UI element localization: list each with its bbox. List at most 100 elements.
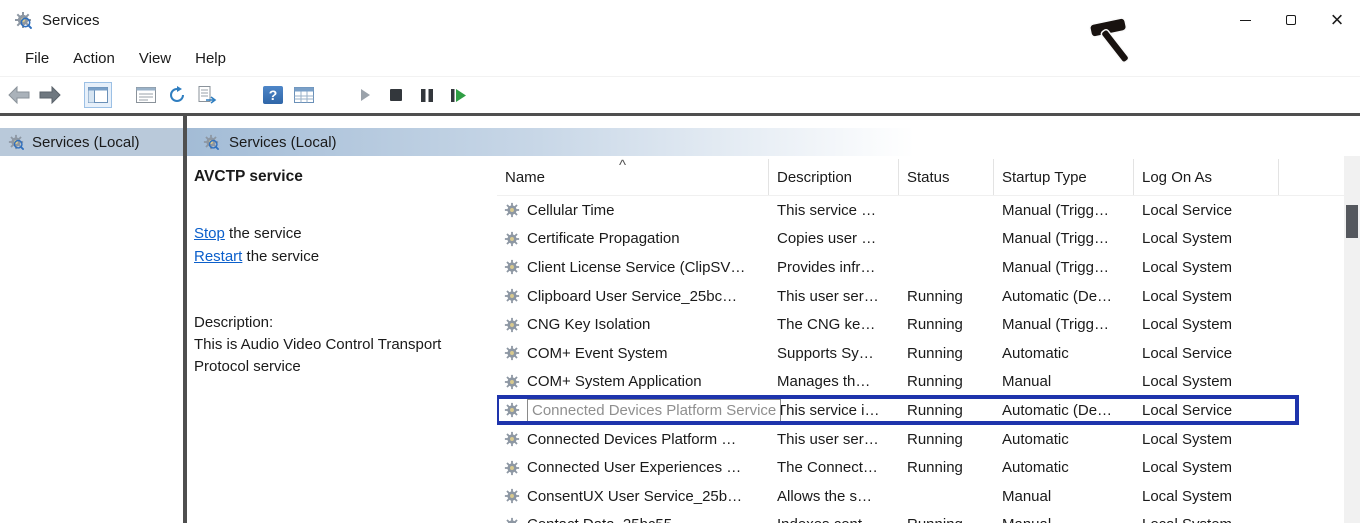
service-startup-type: Manual (Trigg… — [994, 259, 1134, 276]
table-row[interactable]: ConsentUX User Service_25b… Allows the s…… — [497, 482, 1344, 511]
table-header: ^ Name Description Status Startup Type L… — [497, 156, 1344, 196]
service-gear-icon — [504, 431, 521, 447]
service-logon-as: Local System — [1134, 373, 1279, 390]
column-header-log-on-as[interactable]: Log On As — [1134, 159, 1279, 195]
pause-service-button[interactable] — [414, 82, 440, 108]
properties-button[interactable] — [133, 82, 159, 108]
service-name[interactable]: Client License Service (ClipSV… — [527, 259, 745, 276]
service-name[interactable]: Certificate Propagation — [527, 230, 680, 247]
service-name[interactable]: Cellular Time — [527, 202, 615, 219]
service-logon-as: Local System — [1134, 230, 1279, 247]
service-gear-icon — [504, 460, 521, 476]
table-row[interactable]: Client License Service (ClipSV…Provides … — [497, 253, 1344, 282]
service-name[interactable]: COM+ System Application — [527, 373, 702, 390]
column-header-status[interactable]: Status — [899, 159, 994, 195]
service-name[interactable]: Connected User Experiences … — [527, 459, 741, 476]
service-logon-as: Local Service — [1134, 402, 1279, 419]
restart-service-button[interactable] — [445, 82, 471, 108]
restart-service-line: Restart the service — [194, 245, 487, 268]
service-name[interactable]: CNG Key Isolation — [527, 316, 650, 333]
service-startup-type: Manual — [994, 488, 1134, 505]
export-list-icon — [198, 86, 218, 104]
service-status: Running — [899, 516, 994, 523]
stop-service-button[interactable] — [383, 82, 409, 108]
scrollbar-thumb[interactable] — [1346, 205, 1358, 238]
table-row[interactable]: COM+ Event SystemSupports Sy…RunningAuto… — [497, 339, 1344, 368]
vertical-scrollbar[interactable] — [1344, 156, 1360, 523]
service-logon-as: Local System — [1134, 488, 1279, 505]
column-header-name[interactable]: Name — [497, 159, 769, 195]
column-header-startup-type[interactable]: Startup Type — [994, 159, 1134, 195]
services-app-icon — [14, 11, 32, 29]
extended-pane: AVCTP service Stop the service Restart t… — [187, 156, 497, 523]
service-description: This user ser… — [769, 431, 899, 448]
scope-gear-icon — [8, 134, 25, 150]
service-description: This service i… — [769, 402, 899, 419]
table-row[interactable]: Connected Devices Platform ServiceThis s… — [497, 396, 1344, 425]
extended-view-button[interactable] — [291, 82, 317, 108]
service-description: Indexes cont… — [769, 516, 899, 523]
service-logon-as: Local Service — [1134, 202, 1279, 219]
stop-service-line: Stop the service — [194, 222, 487, 245]
refresh-icon — [168, 86, 186, 104]
service-name-cell: ConsentUX User Service_25b… — [497, 488, 769, 505]
sidebar-item-services-local[interactable]: Services (Local) — [0, 128, 183, 156]
show-console-tree-button[interactable] — [84, 82, 112, 108]
service-logon-as: Local System — [1134, 288, 1279, 305]
restart-service-link[interactable]: Restart — [194, 248, 242, 265]
table-row[interactable]: CNG Key IsolationThe CNG ke…RunningManua… — [497, 310, 1344, 339]
service-name-cell: Clipboard User Service_25bc… — [497, 288, 769, 305]
menu-view[interactable]: View — [127, 46, 183, 71]
description-text: This is Audio Video Control Transport Pr… — [194, 334, 494, 378]
close-button[interactable]: × — [1314, 0, 1360, 40]
service-name[interactable]: Connected Devices Platform … — [527, 431, 736, 448]
table-row[interactable]: Certificate PropagationCopies user …Manu… — [497, 225, 1344, 254]
stop-service-link[interactable]: Stop — [194, 225, 225, 242]
menu-action[interactable]: Action — [61, 46, 127, 71]
table-row[interactable]: Clipboard User Service_25bc…This user se… — [497, 282, 1344, 311]
panel-body: AVCTP service Stop the service Restart t… — [187, 156, 1360, 523]
table-row[interactable]: Contact Data_25bc55Indexes cont…RunningM… — [497, 511, 1344, 523]
service-description: The CNG ke… — [769, 316, 899, 333]
help-button[interactable]: ? — [260, 82, 286, 108]
service-name[interactable]: COM+ Event System — [527, 345, 667, 362]
minimize-button[interactable] — [1222, 0, 1268, 40]
services-table: ^ Name Description Status Startup Type L… — [497, 156, 1360, 523]
scope-gear-icon — [203, 134, 220, 150]
service-status: Running — [899, 316, 994, 333]
export-list-button[interactable] — [195, 82, 221, 108]
restart-line-rest: the service — [242, 248, 319, 265]
column-header-description[interactable]: Description — [769, 159, 899, 195]
table-row[interactable]: Cellular TimeThis service …Manual (Trigg… — [497, 196, 1344, 225]
table-row[interactable]: COM+ System ApplicationManages th…Runnin… — [497, 368, 1344, 397]
service-name-cell: COM+ Event System — [497, 345, 769, 362]
service-logon-as: Local System — [1134, 259, 1279, 276]
service-startup-type: Automatic — [994, 431, 1134, 448]
service-name[interactable]: Clipboard User Service_25bc… — [527, 288, 737, 305]
service-logon-as: Local System — [1134, 459, 1279, 476]
stop-line-rest: the service — [225, 225, 302, 242]
window-controls: × — [1222, 0, 1360, 40]
start-service-button[interactable] — [352, 82, 378, 108]
service-gear-icon — [504, 374, 521, 390]
table-row[interactable]: Connected User Experiences … The Connect…… — [497, 453, 1344, 482]
forward-button[interactable] — [37, 82, 63, 108]
service-name-edit-input[interactable]: Connected Devices Platform Service — [527, 399, 781, 422]
help-icon: ? — [263, 86, 283, 104]
service-status: Running — [899, 431, 994, 448]
forward-icon — [39, 86, 61, 104]
service-description: The Connect… — [769, 459, 899, 476]
toolbar: ? — [0, 77, 1360, 113]
back-button[interactable] — [6, 82, 32, 108]
refresh-button[interactable] — [164, 82, 190, 108]
maximize-button[interactable] — [1268, 0, 1314, 40]
service-startup-type: Manual — [994, 373, 1134, 390]
menu-help[interactable]: Help — [183, 46, 238, 71]
service-name[interactable]: ConsentUX User Service_25b… — [527, 488, 742, 505]
service-name[interactable]: Contact Data_25bc55 — [527, 516, 672, 523]
table-row[interactable]: Connected Devices Platform … This user se… — [497, 425, 1344, 454]
services-table-body: Cellular TimeThis service …Manual (Trigg… — [497, 196, 1344, 523]
service-startup-type: Manual (Trigg… — [994, 202, 1134, 219]
service-description: Allows the s… — [769, 488, 899, 505]
menu-file[interactable]: File — [13, 46, 61, 71]
